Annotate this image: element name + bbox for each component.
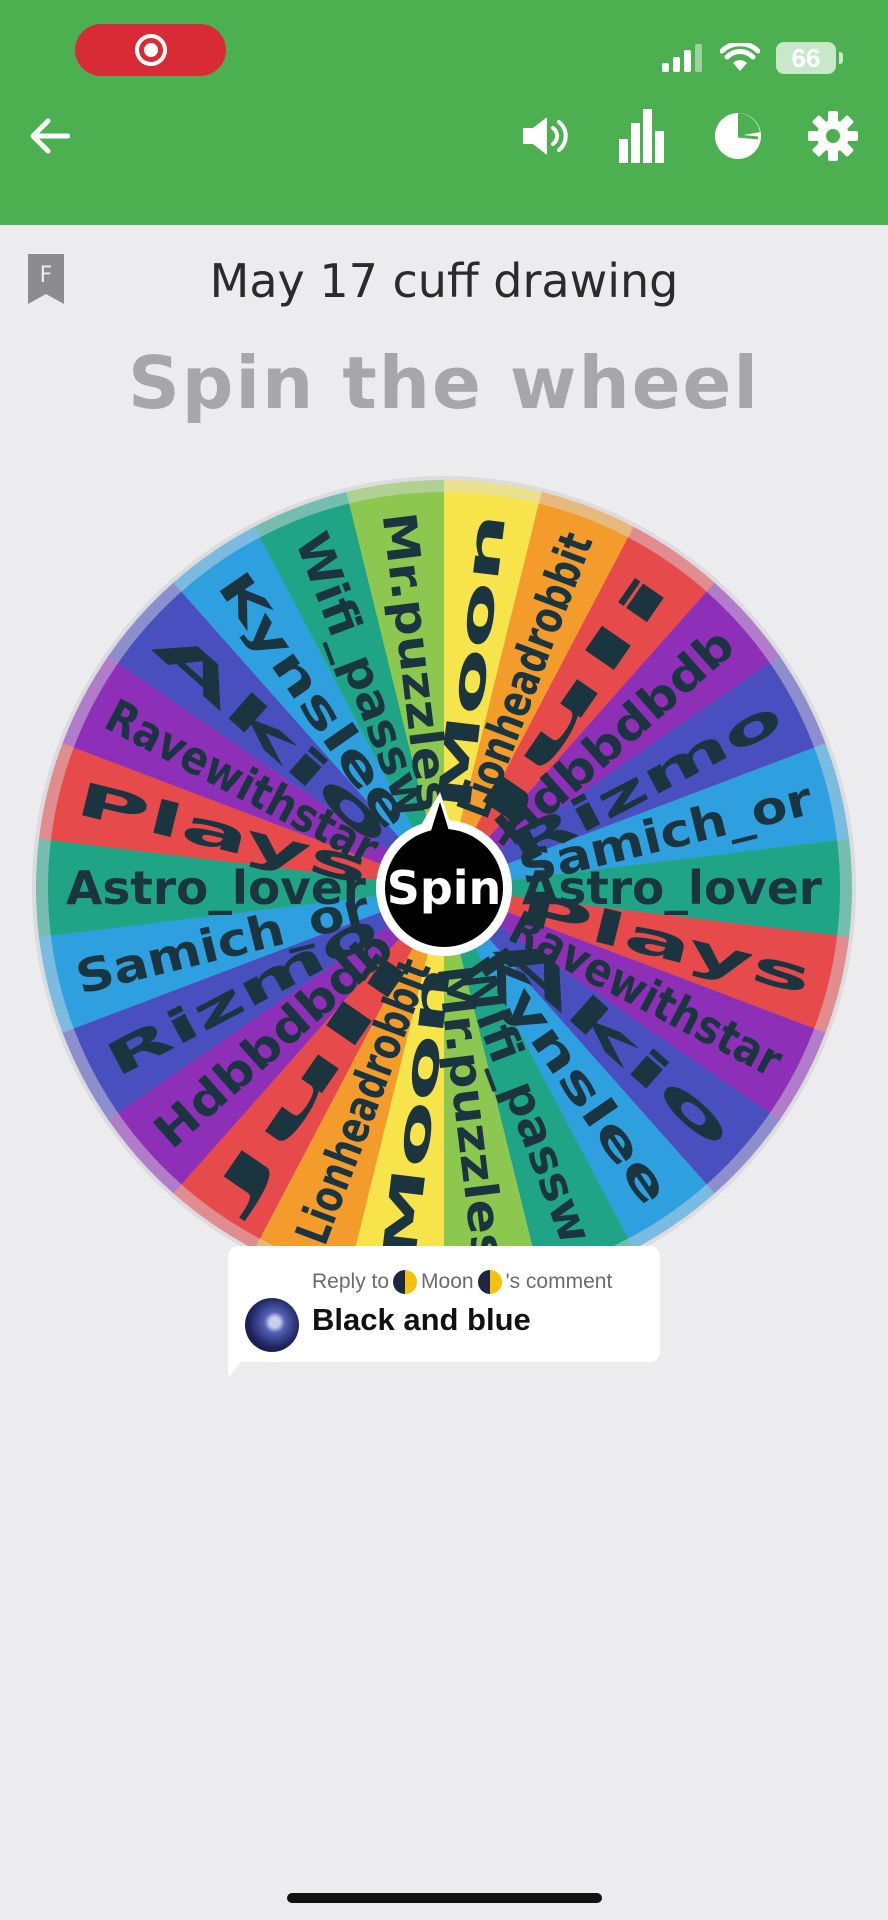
reply-prefix: Reply to xyxy=(312,1270,390,1293)
moon-emoji-icon xyxy=(393,1270,418,1294)
reply-suffix: 's comment xyxy=(505,1270,613,1293)
reply-username: Moon xyxy=(421,1270,474,1293)
home-indicator[interactable] xyxy=(287,1893,602,1903)
reply-comment-bubble[interactable]: Reply to Moon 's comment Black and blue xyxy=(228,1246,660,1362)
spin-label: Spin xyxy=(387,861,502,915)
spin-wheel[interactable]: MoonLionheadrobbitJuliHdbbdbdbRizmoSamic… xyxy=(0,0,888,1400)
reply-text: Black and blue xyxy=(312,1302,531,1337)
moon-emoji-icon xyxy=(477,1270,502,1294)
avatar xyxy=(245,1298,299,1352)
reply-context: Reply to Moon 's comment xyxy=(312,1270,612,1294)
